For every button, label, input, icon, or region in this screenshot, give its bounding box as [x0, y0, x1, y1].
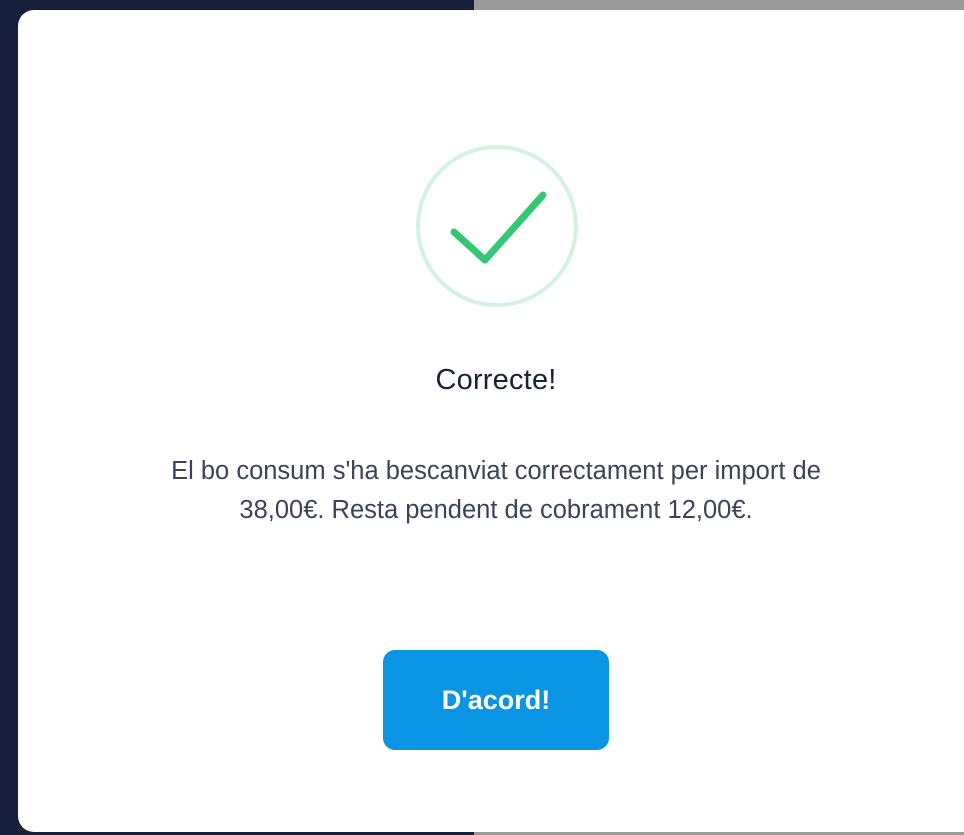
- check-circle-icon: [415, 144, 579, 308]
- success-dialog: Correcte! El bo consum s'ha bescanviat c…: [18, 10, 964, 832]
- confirm-button[interactable]: D'acord!: [383, 650, 609, 750]
- dialog-message: El bo consum s'ha bescanviat correctamen…: [171, 457, 821, 524]
- dialog-title: Correcte!: [435, 364, 557, 396]
